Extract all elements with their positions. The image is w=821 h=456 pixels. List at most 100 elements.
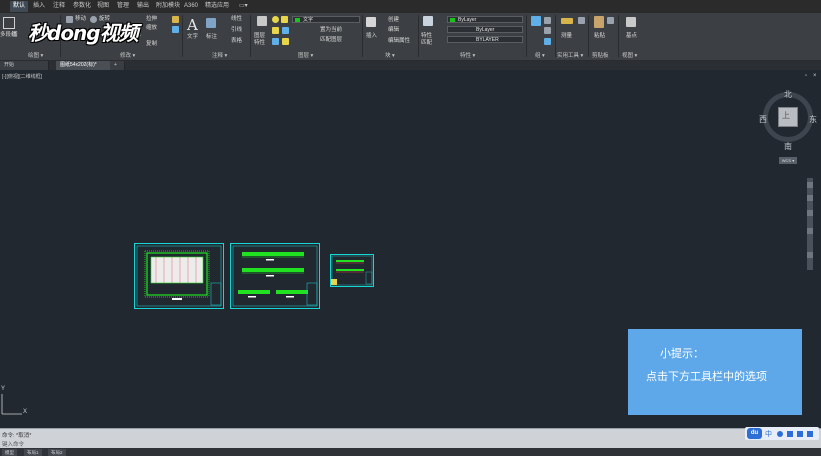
group-tool-icon[interactable] — [544, 38, 551, 45]
drawing-sheet-3[interactable] — [330, 254, 374, 287]
tab-workspace-dropdown[interactable]: ▭▾ — [236, 1, 251, 12]
modify-scale-label[interactable]: 缩放 — [146, 25, 157, 32]
group-icon[interactable] — [531, 16, 541, 26]
base-point-icon[interactable] — [626, 17, 636, 27]
showmotion-icon[interactable] — [807, 252, 813, 258]
tab-start[interactable]: 开始 — [0, 61, 49, 70]
array-icon[interactable] — [172, 26, 179, 33]
copy-icon[interactable] — [607, 17, 614, 24]
annotation-text-label[interactable]: 文字 — [187, 34, 198, 41]
command-input[interactable]: 键入命令 — [2, 440, 24, 448]
menu-bar: 默认 插入 注释 参数化 视图 管理 输出 附加模块 A360 精选应用 ▭▾ — [0, 0, 821, 13]
tab-drawing[interactable]: 图纸54x202(标)* — [56, 61, 113, 70]
panel-annotation-label[interactable]: 注释 ▾ — [212, 51, 227, 59]
layout-tab-model[interactable]: 模型 — [2, 449, 17, 456]
layer-on-icon[interactable] — [272, 16, 279, 23]
layer-tool-icon[interactable] — [282, 27, 289, 34]
panel-clipboard-label[interactable]: 剪贴板 — [592, 51, 609, 59]
block-edit-label[interactable]: 编辑 — [388, 27, 399, 34]
annotation-linear-label[interactable]: 线性 — [231, 16, 242, 23]
annotation-table-label[interactable]: 表格 — [231, 38, 242, 45]
viewcube-west[interactable]: 西 — [759, 114, 767, 125]
panel-draw-label[interactable]: 绘图 ▾ — [28, 51, 43, 59]
panel-layers-label[interactable]: 图层 ▾ — [298, 51, 313, 59]
zoom-icon[interactable] — [807, 210, 813, 216]
drawing-sheet-1[interactable] — [134, 243, 224, 309]
panel-block-label[interactable]: 块 ▾ — [385, 51, 395, 59]
block-create-label[interactable]: 创建 — [388, 17, 399, 24]
measure-icon[interactable] — [561, 18, 573, 24]
layout-tab-1[interactable]: 布局1 — [24, 449, 42, 456]
command-line[interactable] — [0, 428, 821, 449]
match-properties-icon[interactable] — [423, 16, 433, 26]
block-insert-label[interactable]: 插入 — [366, 33, 377, 40]
tab-default[interactable]: 默认 — [10, 1, 29, 12]
pan-icon[interactable] — [807, 195, 813, 201]
tab-view[interactable]: 视图 — [94, 1, 112, 12]
ime-punctuation-icon[interactable] — [777, 431, 783, 437]
tab-annotate[interactable]: 注释 — [50, 1, 68, 12]
tab-featured-apps[interactable]: 精选应用 — [202, 1, 232, 12]
tab-parametric[interactable]: 参数化 — [70, 1, 94, 12]
layer-set-current-label[interactable]: 置为当前 — [320, 27, 342, 34]
text-icon[interactable]: A — [187, 16, 198, 34]
panel-view-label[interactable]: 视图 ▾ — [622, 51, 637, 59]
ime-settings-icon[interactable] — [807, 431, 813, 437]
block-edit-attributes-label[interactable]: 编辑属性 — [388, 38, 410, 45]
tab-a360[interactable]: A360 — [181, 1, 201, 12]
new-tab-button[interactable]: + — [110, 61, 125, 70]
dimension-icon[interactable] — [206, 18, 216, 28]
tab-insert[interactable]: 插入 — [30, 1, 48, 12]
group-tool-icon[interactable] — [544, 17, 551, 24]
tab-output[interactable]: 输出 — [134, 1, 152, 12]
orbit-icon[interactable] — [807, 228, 813, 234]
layer-tool-icon[interactable] — [282, 38, 289, 45]
tab-addins[interactable]: 附加模块 — [153, 1, 183, 12]
annotation-leader-label[interactable]: 引线 — [231, 27, 242, 34]
annotation-dimension-label[interactable]: 标注 — [206, 34, 217, 41]
panel-utilities-label[interactable]: 实用工具 ▾ — [557, 51, 583, 59]
clipboard-paste-label[interactable]: 粘贴 — [594, 33, 605, 40]
full-navigation-wheel-icon[interactable] — [807, 182, 813, 188]
layout-tab-2[interactable]: 布局2 — [48, 449, 66, 456]
panel-groups-label[interactable]: 组 ▾ — [535, 51, 545, 59]
viewcube-south[interactable]: 南 — [784, 141, 792, 152]
panel-properties-label[interactable]: 特性 ▾ — [460, 51, 475, 59]
color-dropdown[interactable]: ByLayer — [447, 16, 523, 23]
drawing-sheet-2[interactable] — [230, 243, 320, 309]
minimize-viewport-icon[interactable]: ▫ — [805, 73, 807, 79]
paste-icon[interactable] — [594, 16, 604, 28]
layer-properties-label[interactable]: 图层特性 — [254, 33, 268, 47]
layer-dropdown[interactable]: 文字 — [292, 16, 360, 23]
ime-language[interactable]: 中 — [765, 429, 772, 439]
layer-tool-icon[interactable] — [272, 38, 279, 45]
layer-freeze-icon[interactable] — [281, 16, 288, 23]
viewport-controls[interactable]: [-][俯视][二维线框] — [2, 73, 42, 80]
panel-modify-label[interactable]: 修改 ▾ — [120, 51, 135, 59]
properties-match-label[interactable]: 特性匹配 — [421, 33, 435, 47]
group-tool-icon[interactable] — [544, 27, 551, 34]
draw-circle-label[interactable]: 圆 — [12, 32, 18, 39]
layer-match-label[interactable]: 匹配图层 — [320, 37, 342, 44]
ime-skin-icon[interactable] — [797, 431, 803, 437]
utility-tool-icon[interactable] — [578, 17, 585, 24]
layer-tool-icon[interactable] — [272, 27, 279, 34]
line-icon[interactable] — [3, 17, 15, 29]
ime-logo[interactable]: du — [747, 428, 762, 439]
view-base-label[interactable]: 基点 — [626, 33, 637, 40]
insert-block-icon[interactable] — [366, 17, 376, 27]
viewcube-north[interactable]: 北 — [784, 89, 792, 100]
lineweight-dropdown-value: BYLAYER — [476, 37, 499, 43]
utilities-measure-label[interactable]: 测量 — [561, 33, 572, 40]
linetype-dropdown[interactable]: ByLayer — [447, 26, 523, 33]
layer-properties-icon[interactable] — [257, 16, 267, 26]
close-viewport-icon[interactable]: × — [813, 73, 817, 79]
fillet-icon[interactable] — [172, 16, 179, 23]
ime-keyboard-icon[interactable] — [787, 431, 793, 437]
modify-stretch-label[interactable]: 拉伸 — [146, 16, 157, 23]
viewcube-east[interactable]: 东 — [809, 114, 817, 125]
lineweight-dropdown[interactable]: BYLAYER — [447, 36, 523, 43]
wcs-menu[interactable]: WCS ▾ — [779, 157, 797, 164]
modify-copy-label[interactable]: 复制 — [146, 41, 157, 48]
tab-manage[interactable]: 管理 — [114, 1, 132, 12]
